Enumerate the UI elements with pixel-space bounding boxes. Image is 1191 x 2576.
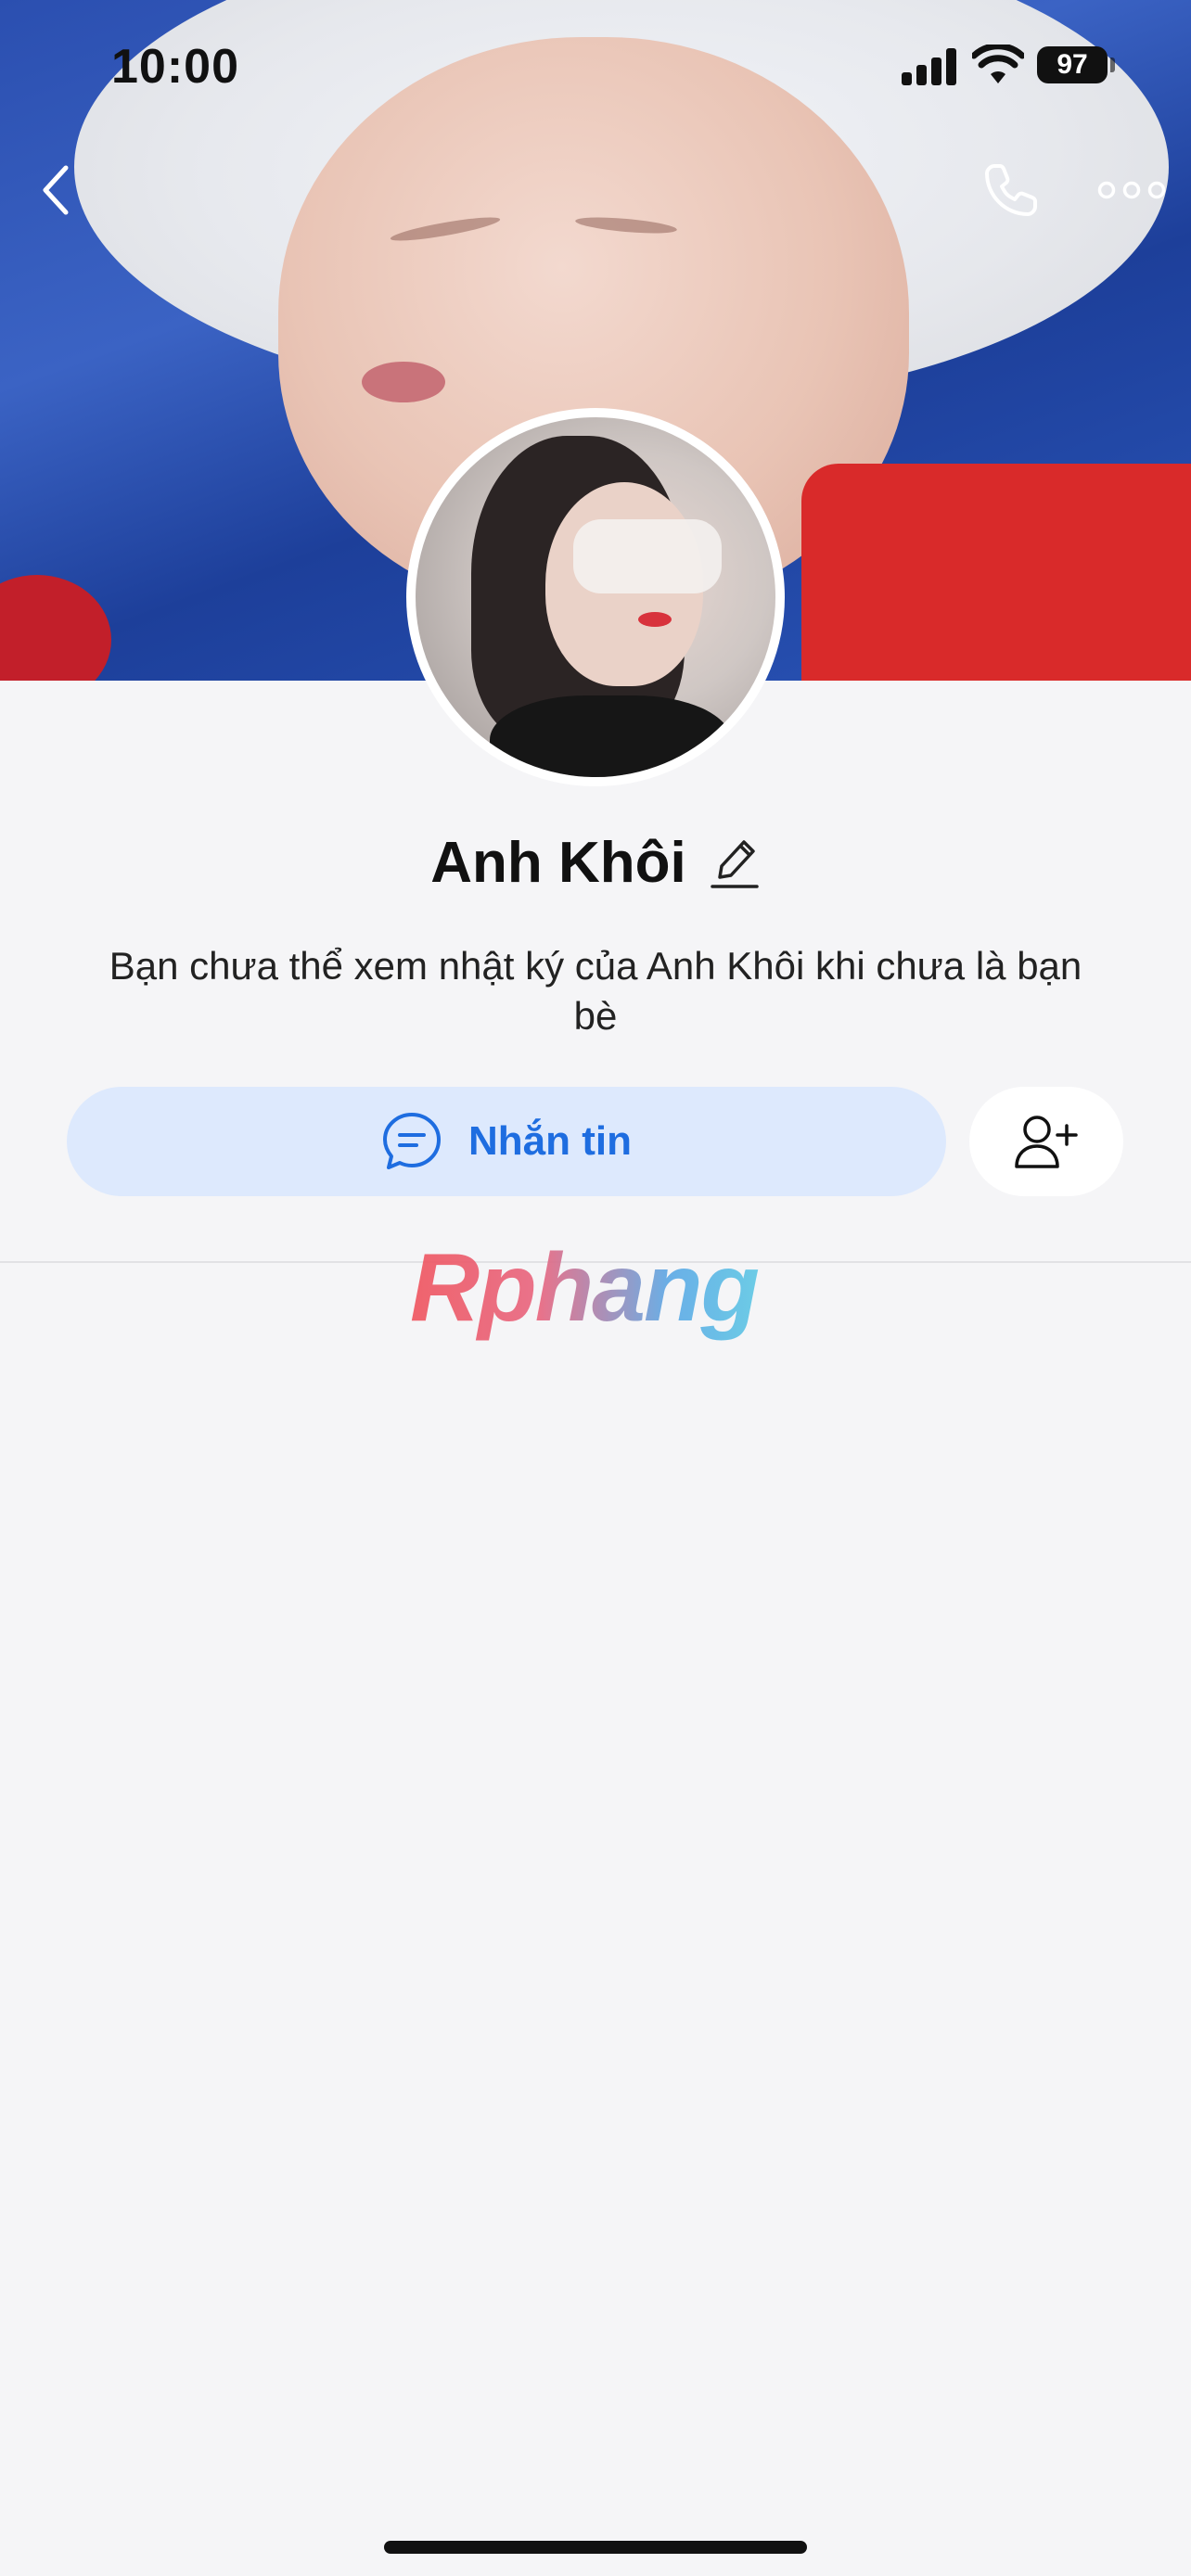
chat-bubble-icon [383, 1113, 441, 1169]
avatar-dress [490, 695, 731, 777]
edit-name-button[interactable] [709, 835, 761, 892]
wifi-icon [970, 43, 1026, 85]
status-time: 10:00 [111, 40, 239, 94]
phone-icon [985, 164, 1037, 216]
profile-name-row: Anh Khôi [0, 830, 1191, 896]
battery-tip [1110, 57, 1115, 72]
call-button[interactable] [974, 158, 1048, 223]
cover-red-blanket [801, 464, 1191, 681]
watermark-logo: Rphang [410, 1233, 781, 1345]
profile-name: Anh Khôi [430, 831, 686, 895]
watermark-text: Rphang [410, 1233, 781, 1344]
more-options-button[interactable] [1095, 167, 1169, 213]
cover-red-patch [0, 575, 111, 681]
cellular-signal-icon [902, 48, 959, 85]
avatar-blur-mask [573, 519, 722, 593]
add-friend-button[interactable] [969, 1087, 1123, 1196]
cover-mouth [362, 362, 445, 402]
chevron-left-icon [43, 165, 69, 215]
message-button[interactable]: Nhắn tin [67, 1087, 946, 1196]
add-friend-icon [1015, 1116, 1078, 1168]
home-indicator[interactable] [384, 2541, 807, 2554]
back-button[interactable] [28, 158, 83, 223]
battery-level: 97 [1037, 46, 1108, 83]
pencil-icon [711, 839, 759, 888]
status-bar: 10:00 97 [0, 0, 1191, 139]
more-dots-icon [1097, 181, 1166, 199]
message-button-label: Nhắn tin [468, 1118, 632, 1164]
avatar-lips [638, 612, 672, 627]
friend-notice-text: Bạn chưa thể xem nhật ký của Anh Khôi kh… [109, 944, 1082, 1038]
avatar[interactable] [416, 417, 775, 777]
